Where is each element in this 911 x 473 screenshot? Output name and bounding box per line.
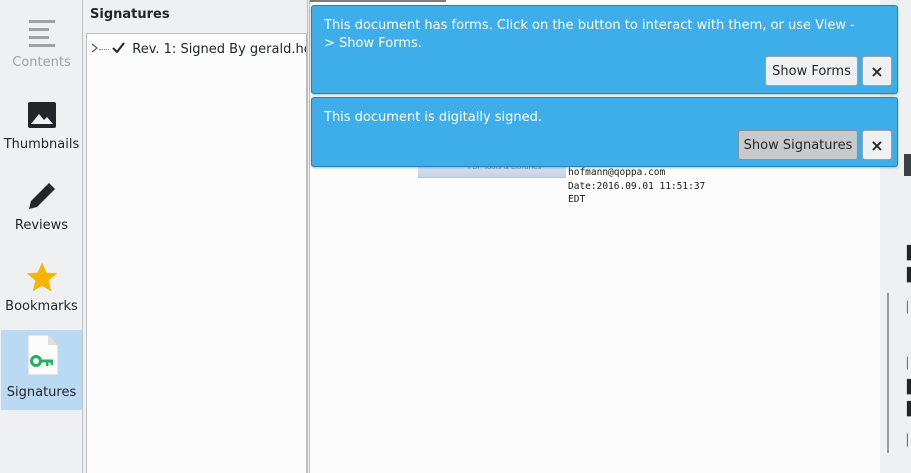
signature-details: hofmann@qoppa.com Date:2016.09.01 11:51:3… [568, 166, 705, 207]
signed-message-text: This document is digitally signed. [324, 110, 543, 125]
close-icon[interactable]: × [862, 130, 892, 160]
tree-connector [99, 49, 109, 50]
signature-date: Date:2016.09.01 11:51:37 [568, 180, 706, 192]
image-icon [26, 98, 58, 132]
sidebar-item-contents[interactable]: Contents [1, 0, 82, 80]
signature-tree[interactable]: Rev. 1: Signed By gerald.ho... [86, 33, 307, 473]
sidebar-item-label: Contents [12, 55, 71, 70]
sidebar-item-reviews[interactable]: Reviews [1, 163, 82, 243]
sidebar-item-signatures[interactable]: Signatures [1, 330, 82, 410]
adjacent-panel-edge [904, 154, 911, 176]
show-signatures-button[interactable]: Show Signatures [738, 130, 858, 160]
clipped-text: ▏ [907, 301, 911, 314]
clipped-text: ▏ [907, 357, 911, 370]
contents-icon [26, 16, 58, 50]
sidebar-item-label: Signatures [6, 385, 77, 400]
show-forms-button[interactable]: Show Forms [765, 56, 858, 86]
key-icon [26, 335, 58, 375]
panel-title: Signatures [90, 7, 170, 22]
sidebar-item-label: Bookmarks [5, 299, 78, 314]
vertical-scrollbar[interactable] [887, 293, 889, 453]
clipped-text: ▌ [907, 402, 911, 417]
clipped-text: ▐ [907, 324, 911, 339]
forms-message: This document has forms. Click on the bu… [311, 5, 898, 94]
star-icon [26, 260, 58, 294]
check-icon [111, 41, 127, 57]
pencil-icon [26, 179, 58, 213]
signature-email: hofmann@qoppa.com [568, 167, 666, 178]
clipped-text: ▌ [907, 268, 911, 283]
close-icon[interactable]: × [862, 56, 892, 86]
signatures-panel: Signatures Rev. 1: Signed By gerald.ho..… [84, 0, 308, 473]
clipped-text: ▌ [907, 246, 911, 261]
tree-item-label: Rev. 1: Signed By gerald.ho... [132, 41, 306, 57]
sidebar-item-bookmarks[interactable]: Bookmarks [1, 244, 82, 324]
sidebar-item-thumbnails[interactable]: Thumbnails [1, 82, 82, 162]
left-sidebar: Contents Thumbnails Reviews Bookmarks Si… [0, 0, 83, 473]
signature-timezone: EDT [568, 194, 586, 205]
forms-message-text: This document has forms. Click on the bu… [324, 18, 855, 51]
clipped-text: ▌ [907, 380, 911, 395]
sidebar-item-label: Reviews [14, 218, 69, 233]
tree-row[interactable]: Rev. 1: Signed By gerald.ho... [87, 38, 306, 60]
clipped-text: ▏ [907, 434, 911, 447]
sidebar-item-label: Thumbnails [3, 137, 80, 152]
signed-message: This document is digitally signed. Show … [311, 97, 898, 167]
